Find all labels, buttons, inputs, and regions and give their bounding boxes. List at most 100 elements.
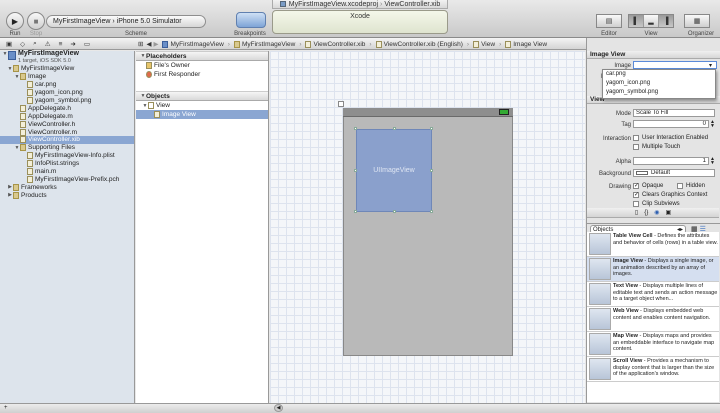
organizer-button[interactable]: ▦ bbox=[684, 14, 710, 28]
navigator-file[interactable]: ViewController.m bbox=[0, 128, 134, 136]
tag-field[interactable]: 0 bbox=[633, 120, 709, 128]
run-label: Run bbox=[9, 31, 21, 37]
library-item[interactable]: Text View - Displays multiple lines of e… bbox=[587, 282, 719, 307]
resize-handle[interactable] bbox=[430, 210, 433, 213]
navigator-file[interactable]: InfoPlist.strings bbox=[0, 160, 134, 168]
drawing-label: Drawing bbox=[608, 184, 631, 190]
image-option-yagom-symbol[interactable]: yagom_symbol.png bbox=[603, 88, 715, 97]
navigator-file[interactable]: ViewController.h bbox=[0, 120, 134, 128]
navigator-file[interactable]: yagom_symbol.png bbox=[0, 97, 134, 105]
clears-graphics-checkbox[interactable]: ✓ Clears Graphics Context bbox=[633, 192, 707, 198]
image-dropdown-list[interactable]: car.png yagom_icon.png yagom_symbol.png bbox=[602, 69, 716, 99]
resize-handle[interactable] bbox=[393, 210, 396, 213]
forward-icon[interactable]: ▶ bbox=[153, 40, 158, 48]
alpha-field[interactable]: 1 bbox=[633, 157, 709, 165]
breadcrumb-view[interactable]: View bbox=[473, 40, 501, 48]
run-button[interactable]: ▶ bbox=[6, 12, 24, 30]
navigator-file[interactable]: yagom_icon.png bbox=[0, 89, 134, 97]
image-view-placeholder-label: UIImageView bbox=[373, 167, 415, 174]
debug-toggle-icon[interactable]: ▂ bbox=[644, 15, 659, 27]
navigator-file[interactable]: car.png bbox=[0, 81, 134, 89]
library-item[interactable]: Web View - Displays embedded web content… bbox=[587, 307, 719, 332]
image-option-yagom-icon[interactable]: yagom_icon.png bbox=[603, 79, 715, 88]
image-combo-box[interactable] bbox=[633, 61, 717, 69]
view-segment[interactable]: ▌ ▂ ▐ bbox=[628, 14, 674, 28]
clip-subviews-checkbox[interactable]: Clip Subviews bbox=[633, 201, 680, 207]
breadcrumb-xib[interactable]: ViewController.xib bbox=[305, 40, 371, 48]
add-icon[interactable]: + bbox=[4, 405, 8, 411]
breakpoints-button[interactable] bbox=[236, 12, 266, 28]
navigator-file[interactable]: MyFirstImageView-Prefix.pch bbox=[0, 175, 134, 183]
image-option-car[interactable]: car.png bbox=[603, 70, 715, 79]
alpha-stepper[interactable]: ▲ ▼ bbox=[710, 157, 715, 166]
object-library-icon[interactable]: ◉ bbox=[654, 209, 659, 216]
navigator-item-label: ViewController.m bbox=[28, 128, 78, 136]
first-responder-row[interactable]: First Responder bbox=[136, 70, 268, 79]
navigator-toggle-icon[interactable]: ▌ bbox=[629, 15, 644, 27]
log-navigator-icon[interactable]: ▭ bbox=[84, 40, 90, 48]
scheme-popup[interactable]: MyFirstImageView › iPhone 5.0 Simulator bbox=[46, 15, 206, 28]
navigator-file[interactable]: AppDelegate.m bbox=[0, 112, 134, 120]
hidden-checkbox[interactable]: Hidden bbox=[677, 183, 705, 189]
navigator-group[interactable]: ▼ Image bbox=[0, 73, 134, 81]
back-icon[interactable]: ◀ bbox=[146, 40, 151, 48]
view-row[interactable]: ▼ View bbox=[136, 101, 268, 110]
issue-navigator-icon[interactable]: ⚠ bbox=[45, 40, 51, 48]
editor-segment[interactable]: ▤ bbox=[596, 14, 622, 28]
standard-editor-icon[interactable]: ▤ bbox=[597, 15, 621, 27]
code-snippet-library-icon[interactable]: {} bbox=[644, 210, 648, 216]
navigator-group[interactable]: ▶ Frameworks bbox=[0, 183, 134, 191]
project-navigator-icon[interactable]: ▣ bbox=[6, 40, 12, 48]
multiple-touch-checkbox[interactable]: Multiple Touch bbox=[633, 144, 680, 150]
resize-handle[interactable] bbox=[430, 127, 433, 130]
resize-handle[interactable] bbox=[354, 127, 357, 130]
project-file-icon bbox=[162, 40, 169, 48]
tag-label: Tag bbox=[621, 122, 631, 128]
navigator-file[interactable]: main.m bbox=[0, 168, 134, 176]
opaque-checkbox[interactable]: ✓ Opaque bbox=[633, 183, 663, 189]
library-item[interactable]: Image View - Displays a single image, or… bbox=[587, 257, 719, 282]
resize-handle[interactable] bbox=[354, 210, 357, 213]
view-object-badge[interactable] bbox=[338, 101, 344, 107]
navigator-file[interactable]: MyFirstImageView-Info.plist bbox=[0, 152, 134, 160]
navigator-group[interactable]: ▶ Products bbox=[0, 191, 134, 199]
media-library-icon[interactable]: ▣ bbox=[665, 209, 671, 216]
breadcrumb-project[interactable]: MyFirstImageView bbox=[162, 40, 230, 48]
library-item[interactable]: Table View Cell - Defines the attributes… bbox=[587, 232, 719, 257]
search-navigator-icon[interactable]: ⌕ bbox=[33, 40, 37, 48]
project-root-row[interactable]: ▼ MyFirstImageView 1 target, iOS SDK 5.0 bbox=[0, 50, 134, 65]
library-item-thumbnail-icon bbox=[589, 358, 611, 380]
tag-stepper[interactable]: ▲ ▼ bbox=[710, 120, 715, 129]
background-label: Background bbox=[598, 171, 631, 177]
symbol-navigator-icon[interactable]: ◇ bbox=[20, 40, 25, 48]
image-view[interactable]: UIImageView bbox=[356, 129, 432, 212]
file-template-library-icon[interactable]: ▯ bbox=[635, 209, 638, 216]
resize-handle[interactable] bbox=[354, 169, 357, 172]
document-outline-toggle[interactable]: ◀ bbox=[274, 404, 283, 412]
user-interaction-checkbox[interactable]: User Interaction Enabled bbox=[633, 135, 708, 141]
navigator-group[interactable]: ▼ Supporting Files bbox=[0, 144, 134, 152]
breadcrumb-group[interactable]: MyFirstImageView bbox=[233, 40, 302, 48]
utilities-toggle-icon[interactable]: ▐ bbox=[659, 15, 673, 27]
library-item[interactable]: Map View - Displays maps and provides an… bbox=[587, 332, 719, 357]
related-items-icon[interactable]: ⊞ bbox=[138, 40, 143, 48]
divider bbox=[587, 223, 720, 224]
breadcrumb-image-view[interactable]: Image View bbox=[505, 40, 551, 48]
debug-navigator-icon[interactable]: ≡ bbox=[59, 41, 63, 48]
navigator-item-label: main.m bbox=[35, 168, 57, 176]
navigator-group[interactable]: ▼ MyFirstImageView bbox=[0, 65, 134, 73]
scheme-label: Scheme bbox=[124, 31, 147, 37]
chevron-down-icon[interactable]: ▾ bbox=[709, 62, 712, 69]
navigator-file[interactable]: ViewController.xib bbox=[0, 136, 134, 144]
background-popup[interactable]: Default bbox=[633, 169, 715, 177]
mode-popup[interactable]: Scale To Fill bbox=[633, 109, 715, 117]
resize-handle[interactable] bbox=[393, 127, 396, 130]
image-view-row[interactable]: Image View bbox=[136, 110, 268, 119]
navigator-file[interactable]: AppDelegate.h bbox=[0, 104, 134, 112]
stop-button[interactable]: ■ bbox=[27, 12, 45, 30]
breadcrumb-xib-english[interactable]: ViewController.xib (English) bbox=[375, 40, 470, 48]
resize-handle[interactable] bbox=[430, 169, 433, 172]
library-item[interactable]: Scroll View - Provides a mechanism to di… bbox=[587, 357, 719, 382]
breakpoint-navigator-icon[interactable]: ➜ bbox=[70, 40, 75, 48]
files-owner-row[interactable]: File's Owner bbox=[136, 61, 268, 70]
